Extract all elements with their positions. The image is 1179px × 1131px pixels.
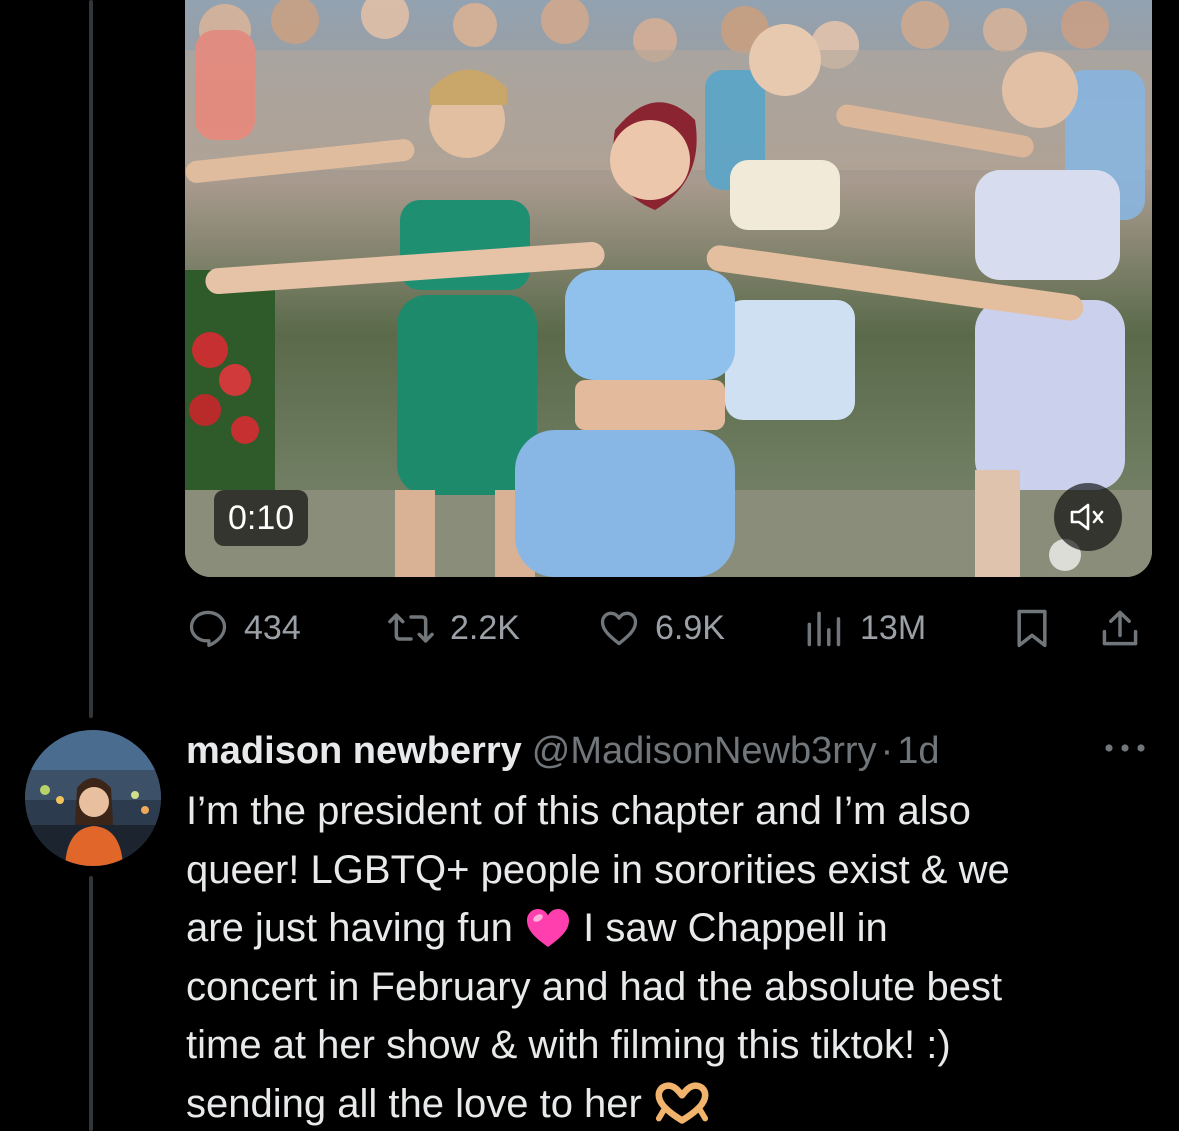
thread-connector-line [89,876,93,1131]
tweet-action-bar: 434 2.2K 6.9K 13M [186,600,1146,656]
avatar[interactable] [25,730,161,866]
retweet-icon [388,613,434,643]
tweet-text: I’m the president of this chapter and I’… [186,782,1161,1131]
tweet-text-line: I’m the president of this chapter and I’… [186,789,971,833]
views-button[interactable]: 13M [802,600,926,656]
retweet-count: 2.2K [450,608,520,647]
author-display-name[interactable]: madison newberry [186,730,522,772]
tweet-text-line: are just having fun I saw Chappell in [186,899,1161,958]
speaker-muted-icon [1070,503,1104,531]
tweet-text-line: concert in February and had the absolute… [186,964,1003,1009]
more-icon [1105,744,1145,752]
like-count: 6.9K [655,608,725,647]
author-handle[interactable]: @MadisonNewb3rry [532,730,877,772]
tweet-text-line: sending all the love to her [186,1075,1161,1131]
retweet-button[interactable]: 2.2K [386,600,520,656]
share-icon [1102,610,1138,646]
share-button[interactable] [1098,600,1142,656]
video-frame [185,0,1152,577]
tweet-text-segment: are just having fun [186,906,513,950]
tweet-thread-view: 0:10 434 2.2K 6.9K 13M madison newberry … [0,0,1179,1131]
tweet-header: madison newberry @MadisonNewb3rry · 1d [186,722,1166,780]
tweet-timestamp[interactable]: 1d [897,730,939,772]
video-timestamp: 0:10 [214,490,309,546]
bookmark-button[interactable] [1010,600,1054,656]
bookmark-icon [1017,609,1047,648]
tweet-text-line: time at her show & with filming this tik… [186,1023,951,1067]
reply-count: 434 [244,608,301,647]
tweet-text-segment: I saw Chappell in [583,906,888,950]
like-icon [600,611,638,646]
meta-separator: · [880,730,894,772]
heart-hands-emoji [655,1081,709,1124]
reply-button[interactable]: 434 [186,600,301,656]
thread-connector-line [89,0,93,718]
tweet-text-line: queer! LGBTQ+ people in sororities exist… [186,847,1010,892]
like-button[interactable]: 6.9K [597,600,725,656]
reply-icon [189,610,227,648]
avatar-photo [25,730,161,866]
view-count: 13M [860,608,927,647]
tweet-text-segment: sending all the love to her [186,1081,642,1126]
mute-button[interactable] [1054,483,1122,551]
more-options-button[interactable] [1100,733,1150,763]
pink-heart-emoji [527,909,569,947]
views-icon [807,611,841,647]
tweet-video[interactable]: 0:10 [185,0,1152,577]
